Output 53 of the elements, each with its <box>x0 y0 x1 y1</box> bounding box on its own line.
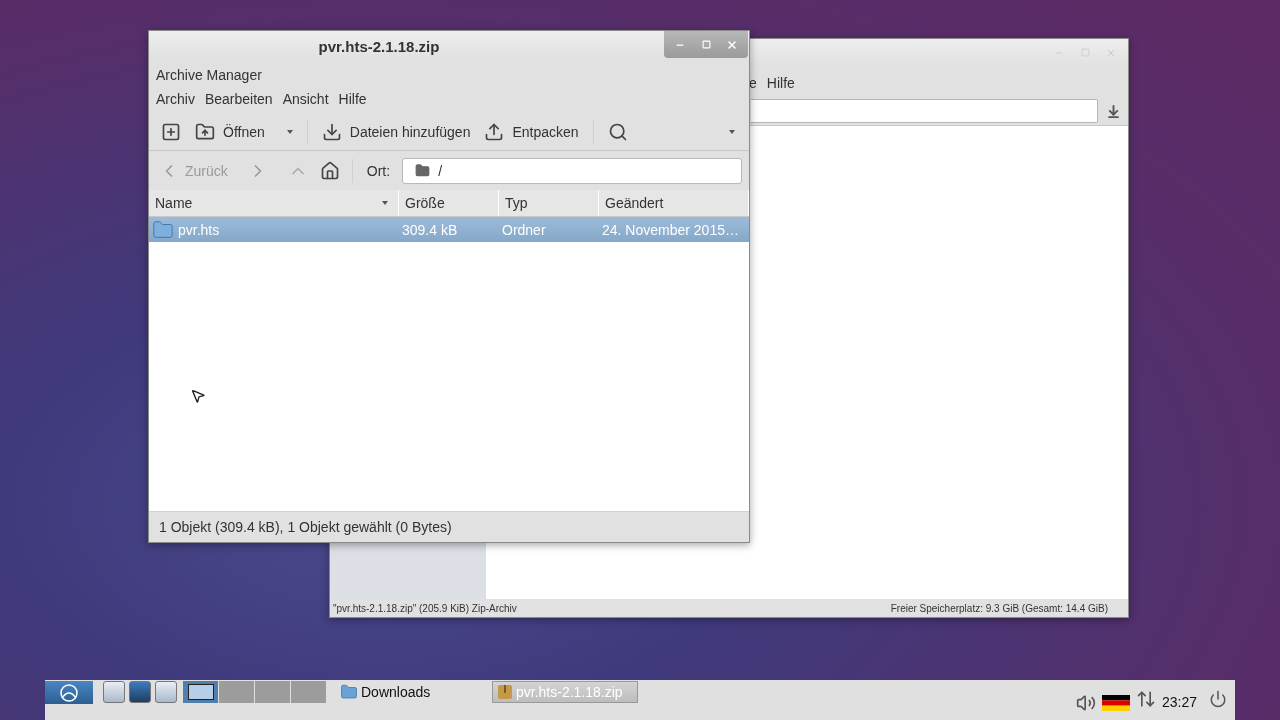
caret-icon <box>286 129 293 134</box>
column-header[interactable]: Typ <box>499 190 599 216</box>
menu-item[interactable]: Bearbeiten <box>204 91 273 107</box>
window-thumbnail <box>187 684 214 700</box>
window-title: pvr.hts-2.1.18.zip <box>318 37 440 55</box>
path-field[interactable] <box>751 99 1098 123</box>
folder-icon <box>415 163 431 178</box>
mouse-pointer-icon <box>190 388 206 404</box>
menu-item[interactable]: e <box>749 75 757 91</box>
menu-item[interactable]: Hilfe <box>338 91 367 107</box>
flag-icon[interactable] <box>1101 695 1130 711</box>
column-header[interactable]: Name <box>149 190 399 216</box>
maximize-icon <box>1080 48 1090 57</box>
taskbar-task[interactable]: Downloads <box>336 681 482 703</box>
network-icon[interactable] <box>1135 689 1156 709</box>
home-icon <box>319 160 340 181</box>
toolbar-button[interactable]: Dateien hinzufügen <box>317 117 475 146</box>
package-icon <box>497 684 513 700</box>
caret-icon <box>729 129 735 134</box>
location-label: Ort: <box>366 162 391 179</box>
location-field[interactable]: / <box>402 157 742 184</box>
arrow-down-icon <box>1105 103 1121 119</box>
new-archive-icon <box>161 121 181 142</box>
app-name: Archive Manager <box>155 66 263 85</box>
folder-icon <box>340 683 358 701</box>
status-text: 1 Objekt (309.4 kB), 1 Objekt gewählt (0 Bytes) <box>159 519 452 535</box>
menu-item[interactable]: Archiv <box>156 91 195 107</box>
power-icon[interactable] <box>1209 690 1227 708</box>
maximize-icon <box>701 40 711 49</box>
menu-item[interactable]: Hilfe <box>766 75 795 91</box>
sort-caret-icon <box>382 201 388 205</box>
status-text: "pvr.hts-2.1.18.zip" (205.9 KiB) Zip-Archiv <box>333 602 517 614</box>
folder-icon <box>195 121 215 142</box>
toolbar-button[interactable]: Öffnen <box>191 117 297 146</box>
upload-icon <box>484 121 505 142</box>
table-cell-text: 309.4 kB <box>401 221 459 238</box>
clock[interactable]: 23:27 <box>1161 694 1197 710</box>
search-icon <box>607 121 628 142</box>
browser-launcher[interactable] <box>129 681 151 703</box>
free-space-text: Freier Speicherplatz: 9.3 GiB (Gesamt: 14.4 GiB) <box>890 602 1108 614</box>
workspace-button[interactable] <box>183 681 218 703</box>
menu-item[interactable]: Ansicht <box>282 91 329 107</box>
folder-icon <box>152 218 174 241</box>
table-cell-text: 24. November 2015… <box>601 221 740 238</box>
download-icon <box>321 121 342 142</box>
toolbar-button[interactable]: Entpacken <box>480 117 583 146</box>
close-icon <box>726 38 738 51</box>
volume-icon[interactable] <box>1075 693 1096 713</box>
column-header[interactable]: Geändert <box>599 190 749 216</box>
table-cell-text: Ordner <box>501 221 547 238</box>
column-header[interactable]: Größe <box>399 190 499 216</box>
table-cell: pvr.hts <box>149 218 399 241</box>
start-menu-button[interactable] <box>45 681 93 704</box>
